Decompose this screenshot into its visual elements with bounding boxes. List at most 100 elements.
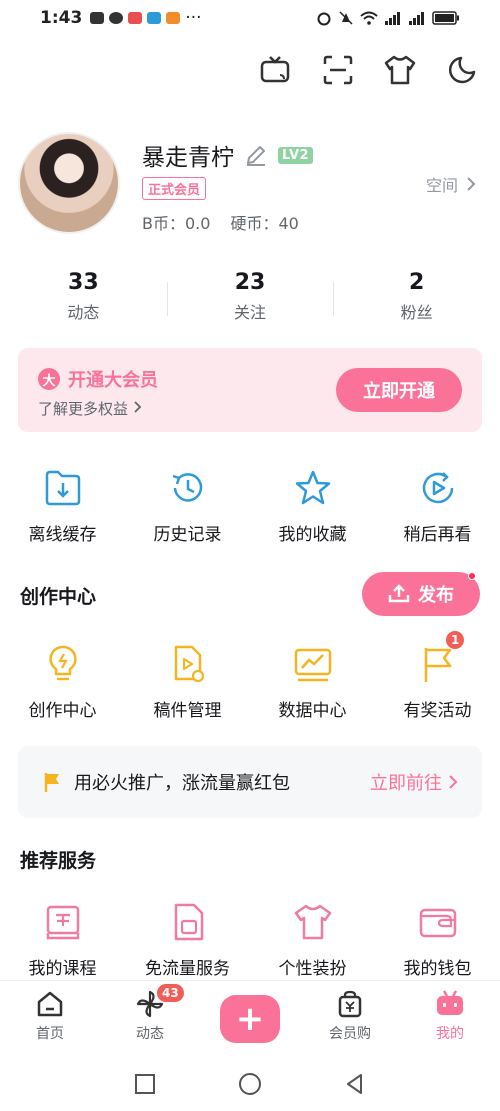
space-label: 空间 xyxy=(425,176,458,195)
quick-action-watch-later[interactable]: 稍后再看 xyxy=(375,466,500,545)
username-row: 暴走青柠 LV2 xyxy=(142,138,314,172)
notification-dot xyxy=(468,572,476,580)
service-label: 我的钱包 xyxy=(403,959,472,979)
quick-action-history[interactable]: 历史记录 xyxy=(125,466,250,545)
tshirt-icon xyxy=(291,900,335,944)
home-nav-icon[interactable] xyxy=(237,1071,263,1097)
service-label: 个性装扮 xyxy=(278,959,347,979)
sim-card-icon xyxy=(166,900,210,944)
system-nav-bar xyxy=(0,1056,500,1111)
status-time: 1:43 xyxy=(40,8,83,28)
bottom-tab-bar: 首页 43 动态 + 会员购 我的 xyxy=(0,980,500,1056)
wechat-icon xyxy=(109,12,124,24)
quick-actions: 离线缓存 历史记录 我的收藏 稍后再看 xyxy=(0,466,500,545)
video-icon xyxy=(90,12,105,24)
vip-tag: 正式会员 xyxy=(142,177,207,200)
tv-cast-icon[interactable] xyxy=(258,52,294,88)
stat-number: 23 xyxy=(234,270,266,295)
download-folder-icon xyxy=(41,466,85,510)
scan-icon[interactable] xyxy=(320,52,356,88)
recent-apps-icon[interactable] xyxy=(133,1072,157,1096)
avatar[interactable] xyxy=(18,132,120,234)
creation-item-manuscripts[interactable]: 稿件管理 xyxy=(125,642,250,721)
promo-link[interactable]: 立即前往 xyxy=(370,769,458,795)
service-dressup[interactable]: 个性装扮 xyxy=(250,900,375,979)
creation-item-label: 有奖活动 xyxy=(403,701,472,721)
vip-promo-card[interactable]: 大 开通大会员 了解更多权益 立即开通 xyxy=(18,348,482,432)
vip-title-row: 大 开通大会员 xyxy=(38,366,158,392)
more-notifications: ··· xyxy=(185,8,202,28)
creation-item-center[interactable]: 创作中心 xyxy=(0,642,125,721)
creation-item-label: 数据中心 xyxy=(278,701,347,721)
vip-subtitle-link[interactable]: 了解更多权益 xyxy=(38,398,143,419)
tab-label: 我的 xyxy=(436,1026,464,1042)
promo-text: 用必火推广，涨流量赢红包 xyxy=(74,773,290,794)
flag-icon xyxy=(44,773,59,792)
tab-label: 动态 xyxy=(136,1026,164,1042)
mute-icon xyxy=(339,11,353,25)
quick-action-favorites[interactable]: 我的收藏 xyxy=(250,466,375,545)
chevron-right-icon xyxy=(449,775,458,789)
creation-item-label: 创作中心 xyxy=(28,701,97,721)
username: 暴走青柠 xyxy=(142,145,234,171)
bulb-icon xyxy=(41,642,85,686)
service-courses[interactable]: 我的课程 xyxy=(0,900,125,979)
stat-label: 动态 xyxy=(67,303,100,322)
creation-items: 创作中心 稿件管理 数据中心 1 有奖活动 xyxy=(0,630,500,721)
stats-row: 33 动态 23 关注 2 粉丝 xyxy=(0,270,500,323)
tab-create[interactable]: + xyxy=(200,981,300,1056)
course-icon xyxy=(41,900,85,944)
quick-action-label: 我的收藏 xyxy=(278,525,347,545)
edit-icon[interactable] xyxy=(244,143,268,167)
chevron-right-icon xyxy=(467,177,476,191)
service-free-data[interactable]: 免流量服务 xyxy=(125,900,250,979)
stat-number: 2 xyxy=(409,270,425,295)
b-coin: B币：0.0 xyxy=(142,214,211,233)
night-mode-icon[interactable] xyxy=(444,52,480,88)
search-app-icon xyxy=(147,12,162,24)
creation-item-label: 稿件管理 xyxy=(153,701,222,721)
quick-action-label: 稍后再看 xyxy=(403,525,472,545)
quick-action-label: 历史记录 xyxy=(153,525,222,545)
book-icon xyxy=(128,12,143,24)
stat-number: 33 xyxy=(68,270,99,295)
space-link[interactable]: 空间 xyxy=(426,172,476,196)
tab-home[interactable]: 首页 xyxy=(0,981,100,1056)
wifi-icon xyxy=(360,11,378,25)
tshirt-icon[interactable] xyxy=(382,52,418,88)
tab-dynamics[interactable]: 43 动态 xyxy=(100,981,200,1056)
stat-label: 关注 xyxy=(234,303,267,322)
vip-title: 开通大会员 xyxy=(68,370,158,391)
promo-banner[interactable]: 用必火推广，涨流量赢红包 立即前往 xyxy=(18,746,482,818)
signal-4g-icon xyxy=(409,12,424,25)
history-clock-icon xyxy=(166,466,210,510)
stat-label: 粉丝 xyxy=(400,303,433,322)
shopping-bag-icon xyxy=(338,990,362,1018)
vip-badge-icon: 大 xyxy=(38,368,60,390)
tv-mascot-icon xyxy=(437,990,463,1015)
stat-following[interactable]: 23 关注 xyxy=(166,270,334,323)
creation-item-data[interactable]: 数据中心 xyxy=(250,642,375,721)
back-icon[interactable] xyxy=(343,1072,367,1096)
battery-icon xyxy=(432,11,459,25)
publish-button[interactable]: 发布 xyxy=(362,572,480,616)
stat-followers[interactable]: 2 粉丝 xyxy=(333,270,500,323)
status-app-icons: ··· xyxy=(90,8,202,28)
tab-mine[interactable]: 我的 xyxy=(400,981,500,1056)
watch-later-icon xyxy=(416,466,460,510)
tab-mall[interactable]: 会员购 xyxy=(300,981,400,1056)
open-vip-button[interactable]: 立即开通 xyxy=(336,368,462,412)
stat-dynamics[interactable]: 33 动态 xyxy=(0,270,167,323)
dynamics-badge: 43 xyxy=(156,983,185,1003)
upload-icon xyxy=(388,584,410,603)
home-icon xyxy=(37,991,63,1017)
plus-icon: + xyxy=(220,995,280,1043)
play-app-icon xyxy=(166,12,181,24)
coin-info: B币：0.0 硬币：40 xyxy=(142,210,299,234)
alarm-icon xyxy=(317,12,331,26)
service-wallet[interactable]: 我的钱包 xyxy=(375,900,500,979)
services-title: 推荐服务 xyxy=(20,850,97,872)
creation-item-activities[interactable]: 1 有奖活动 xyxy=(375,630,500,721)
quick-action-offline-cache[interactable]: 离线缓存 xyxy=(0,466,125,545)
status-bar: 1:43 ··· xyxy=(0,0,500,36)
